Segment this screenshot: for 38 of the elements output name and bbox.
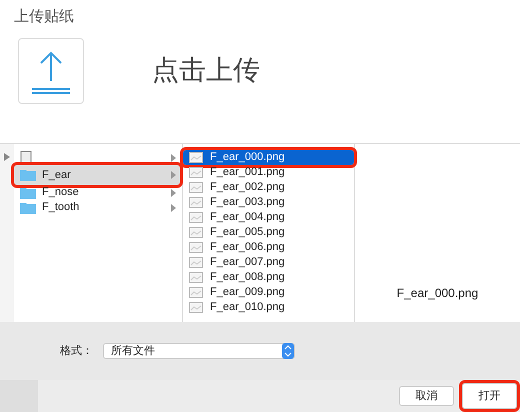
folder-row[interactable]: F_tooth [14,200,180,215]
image-file-icon [189,212,203,223]
format-label: 格式： [60,344,93,359]
file-row[interactable]: F_ear_007.png [183,255,354,270]
file-row[interactable]: F_ear_001.png [183,165,354,180]
image-file-icon [189,242,203,253]
file-row[interactable]: F_ear_004.png [183,210,354,225]
section-title: 上传贴纸 [14,7,75,27]
image-file-icon [189,257,203,268]
folder-row[interactable]: F_ear [14,165,180,185]
file-row[interactable]: F_ear_002.png [183,180,354,195]
image-file-icon [189,287,203,298]
preview-filename: F_ear_000.png [396,285,478,302]
image-file-icon [189,302,203,313]
format-dropdown[interactable]: 所有文件 [103,343,295,359]
folder-row[interactable]: F_nose [14,185,180,200]
image-file-icon [189,167,203,178]
file-row[interactable]: F_ear_008.png [183,270,354,285]
file-row[interactable]: F_ear_006.png [183,240,354,255]
upload-button[interactable] [18,38,84,104]
arrow-icon [4,153,10,161]
folder-icon [20,169,36,181]
dialog-button[interactable]: 取消 [399,386,454,406]
document-icon [20,151,32,164]
file-row[interactable]: F_ear_000.png [183,150,354,165]
upload-label[interactable]: 点击上传 [152,50,260,91]
dialog-button[interactable]: 打开 [462,383,517,409]
image-file-icon [189,272,203,283]
file-row[interactable]: F_ear_003.png [183,195,354,210]
file-row[interactable]: F_ear_010.png [183,300,354,315]
file-row[interactable]: F_ear_005.png [183,225,354,240]
file-row[interactable]: F_ear_009.png [183,285,354,300]
image-file-icon [189,152,203,163]
image-file-icon [189,182,203,193]
stepper-icon [282,343,294,359]
image-file-icon [189,197,203,208]
image-file-icon [189,227,203,238]
folder-icon [20,202,36,214]
